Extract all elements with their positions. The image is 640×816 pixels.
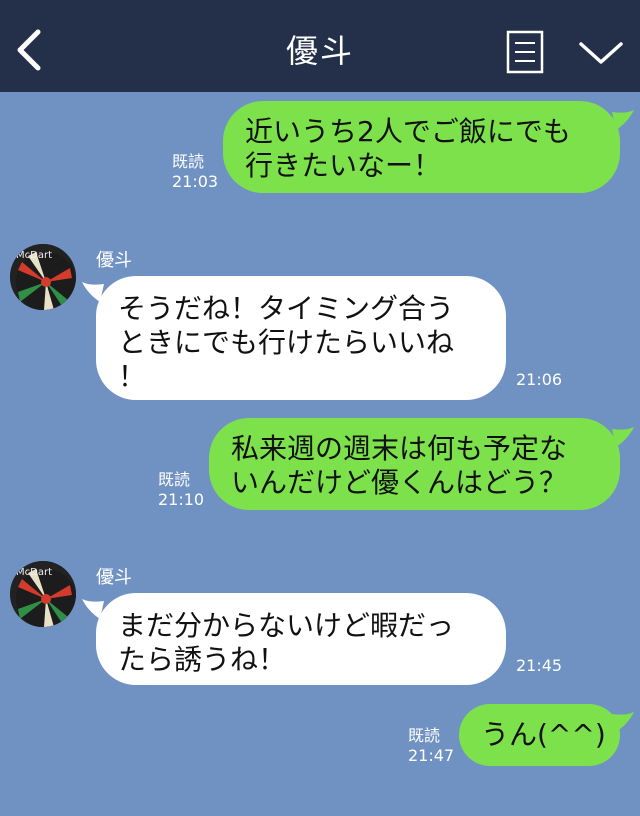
svg-text:McDart: McDart [16, 250, 52, 261]
message-time: 21:10 [158, 490, 205, 509]
message-time: 21:45 [516, 656, 563, 675]
message-meta: 既読 21:47 [408, 726, 454, 766]
message-text: うん(^^) [481, 718, 606, 751]
message-bubble-outgoing[interactable]: 近いうち2人でご飯にでも 行きたいなー！ [223, 101, 620, 193]
message-time: 21:03 [172, 172, 219, 191]
message-bubble-incoming[interactable]: まだ分からないけど暇だっ たら誘うね！ [96, 593, 506, 685]
message-meta: 既読 21:03 [172, 152, 218, 192]
chat-header: 優斗 [0, 0, 640, 92]
message-meta: 既読 21:10 [158, 470, 204, 510]
sender-name: 優斗 [96, 567, 132, 588]
message-bubble-outgoing[interactable]: 私来週の週末は何も予定な いんだけど優くんはどう？ [209, 418, 620, 510]
svg-text:McDart: McDart [16, 567, 52, 578]
chevron-down-icon[interactable] [578, 38, 624, 68]
bubble-tail [612, 427, 634, 447]
notes-icon[interactable] [506, 30, 544, 74]
message-text: 私来週の週末は何も予定な いんだけど優くんはどう？ [231, 432, 568, 499]
message-time: 21:06 [516, 370, 563, 389]
dartboard-avatar-icon: McDart [10, 244, 76, 310]
avatar[interactable]: McDart [10, 244, 76, 310]
sender-name: 優斗 [96, 250, 132, 271]
bubble-tail [612, 110, 634, 130]
read-receipt: 既読 [408, 726, 441, 745]
message-bubble-incoming[interactable]: そうだね！タイミング合う ときにでも行けたらいいね ！ [96, 276, 506, 400]
avatar[interactable]: McDart [10, 561, 76, 627]
read-receipt: 既読 [172, 152, 205, 171]
bubble-tail [612, 712, 634, 732]
message-text: まだ分からないけど暇だっ たら誘うね！ [118, 609, 455, 676]
dartboard-avatar-icon: McDart [10, 561, 76, 627]
message-text: そうだね！タイミング合う ときにでも行けたらいいね ！ [118, 292, 455, 393]
message-text: 近いうち2人でご飯にでも 行きたいなー！ [245, 115, 571, 182]
chat-title: 優斗 [285, 32, 354, 70]
message-bubble-outgoing[interactable]: うん(^^) [459, 704, 620, 766]
read-receipt: 既読 [158, 470, 191, 489]
message-time: 21:47 [408, 746, 455, 765]
